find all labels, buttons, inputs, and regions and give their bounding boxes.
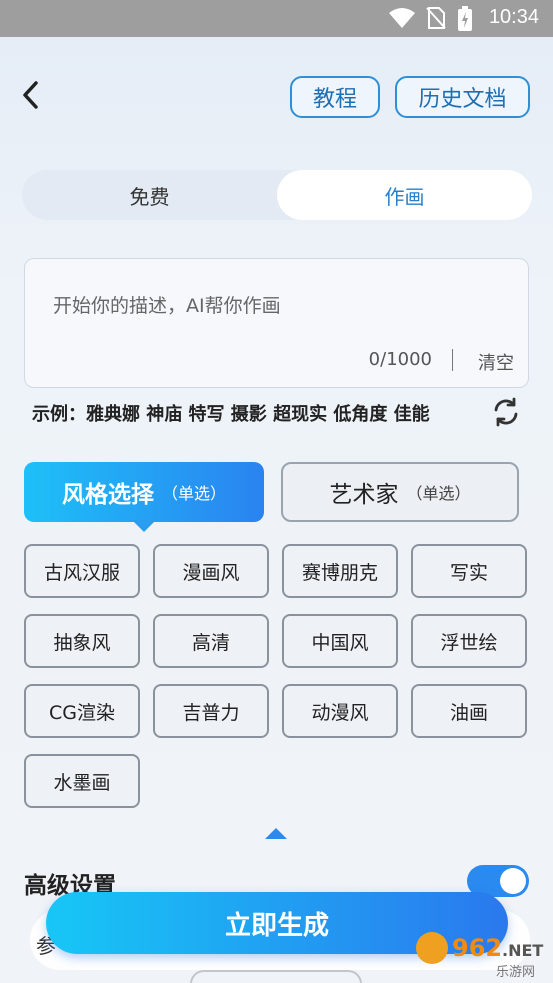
refresh-icon[interactable] bbox=[490, 396, 522, 428]
battery-icon bbox=[458, 6, 472, 31]
svg-text:.NET: .NET bbox=[502, 941, 543, 960]
artist-tab[interactable]: 艺术家 （单选） bbox=[281, 462, 519, 522]
style-chip[interactable]: 抽象风 bbox=[24, 614, 140, 668]
status-time: 10:34 bbox=[488, 6, 539, 28]
style-chip[interactable]: 高清 bbox=[153, 614, 269, 668]
back-button[interactable] bbox=[18, 78, 48, 112]
style-chip[interactable]: 吉普力 bbox=[153, 684, 269, 738]
style-select-tab[interactable]: 风格选择 （单选） bbox=[24, 462, 264, 522]
divider bbox=[451, 349, 453, 371]
style-chip[interactable]: 油画 bbox=[411, 684, 527, 738]
site-watermark-logo: 962 .NET 乐游网 bbox=[416, 932, 543, 980]
tutorial-button[interactable]: 教程 bbox=[290, 76, 380, 118]
artist-tab-hint: （单选） bbox=[406, 484, 471, 503]
no-sim-icon bbox=[426, 7, 446, 29]
style-chip[interactable]: 水墨画 bbox=[24, 754, 140, 808]
partial-option-button[interactable] bbox=[190, 970, 362, 983]
clear-button[interactable]: 清空 bbox=[478, 349, 514, 375]
tab-draw[interactable]: 作画 bbox=[277, 170, 532, 220]
style-chip[interactable]: 写实 bbox=[411, 544, 527, 598]
artist-tab-label: 艺术家 bbox=[329, 482, 399, 508]
mode-tabs: 免费 作画 bbox=[22, 170, 532, 220]
style-chip[interactable]: 浮世绘 bbox=[411, 614, 527, 668]
prompt-input[interactable]: 开始你的描述，AI帮你作画 0/1000 清空 bbox=[24, 258, 529, 388]
svg-text:乐游网: 乐游网 bbox=[496, 965, 535, 980]
prompt-placeholder: 开始你的描述，AI帮你作画 bbox=[53, 295, 281, 317]
style-chip[interactable]: 中国风 bbox=[282, 614, 398, 668]
wifi-icon bbox=[389, 8, 415, 28]
toggle-knob bbox=[500, 868, 526, 894]
style-chip[interactable]: 漫画风 bbox=[153, 544, 269, 598]
back-arrow-icon bbox=[23, 81, 38, 109]
collapse-arrow-icon[interactable] bbox=[265, 828, 287, 839]
style-chip[interactable]: 动漫风 bbox=[282, 684, 398, 738]
history-docs-button[interactable]: 历史文档 bbox=[395, 76, 530, 118]
style-tab-hint: （单选） bbox=[161, 484, 226, 503]
style-chip[interactable]: 古风汉服 bbox=[24, 544, 140, 598]
tab-free[interactable]: 免费 bbox=[22, 170, 277, 220]
style-chip[interactable]: CG渲染 bbox=[24, 684, 140, 738]
style-tab-label: 风格选择 bbox=[61, 482, 154, 508]
svg-text:962: 962 bbox=[452, 934, 502, 962]
char-counter: 0/1000 bbox=[368, 349, 432, 370]
active-tab-pointer bbox=[132, 520, 156, 532]
example-prompts[interactable]: 示例：雅典娜 神庙 特写 摄影 超现实 低角度 佳能 bbox=[32, 400, 430, 426]
status-bar: 10:34 bbox=[0, 0, 553, 37]
style-chip[interactable]: 赛博朋克 bbox=[282, 544, 398, 598]
